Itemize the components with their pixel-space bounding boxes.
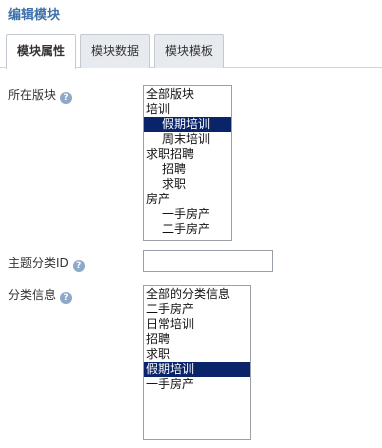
block-field-label: 所在版块? [8,86,73,104]
category-info-field-label: 分类信息? [8,286,73,304]
category-info-select[interactable]: 全部的分类信息 二手房产 日常培训 招聘 求职 假期培训 一手房产 [143,285,251,440]
block-option[interactable]: 周末培训 [144,132,231,147]
block-option[interactable]: 房产 [144,192,231,207]
block-option[interactable]: 全部版块 [144,87,231,102]
page-title: 编辑模块 [8,8,61,23]
category-info-label-text: 分类信息 [8,288,57,302]
block-option[interactable]: 培训 [144,102,231,117]
block-option[interactable]: 一手房产 [144,207,231,222]
block-option[interactable]: 二手房产 [144,222,231,237]
category-option[interactable]: 二手房产 [144,302,250,317]
block-label-text: 所在版块 [8,88,57,102]
category-option[interactable]: 求职 [144,347,250,362]
block-select[interactable]: 全部版块 培训 假期培训 周末培训 求职招聘 招聘 求职 房产 一手房产 二手房… [143,85,232,241]
help-icon[interactable]: ? [72,260,85,272]
topic-category-id-label-text: 主题分类ID [8,256,69,270]
tab-module-properties[interactable]: 模块属性 [6,34,76,69]
topic-category-id-input[interactable] [143,250,273,272]
category-option-selected[interactable]: 假期培训 [144,362,250,377]
tab-bar: 模块属性 模块数据 模块模板 [0,30,382,69]
block-option[interactable]: 招聘 [144,162,231,177]
help-icon[interactable]: ? [60,92,73,104]
category-option[interactable]: 全部的分类信息 [144,287,250,302]
tab-module-template[interactable]: 模块模板 [154,34,224,68]
block-option[interactable]: 求职招聘 [144,147,231,162]
category-option[interactable]: 一手房产 [144,377,250,392]
category-option[interactable]: 招聘 [144,332,250,347]
category-option[interactable]: 日常培训 [144,317,250,332]
help-icon[interactable]: ? [60,292,73,304]
topic-category-id-field-label: 主题分类ID? [8,254,85,272]
block-option[interactable]: 求职 [144,177,231,192]
block-option-selected[interactable]: 假期培训 [144,117,231,132]
tab-module-data[interactable]: 模块数据 [80,34,150,68]
